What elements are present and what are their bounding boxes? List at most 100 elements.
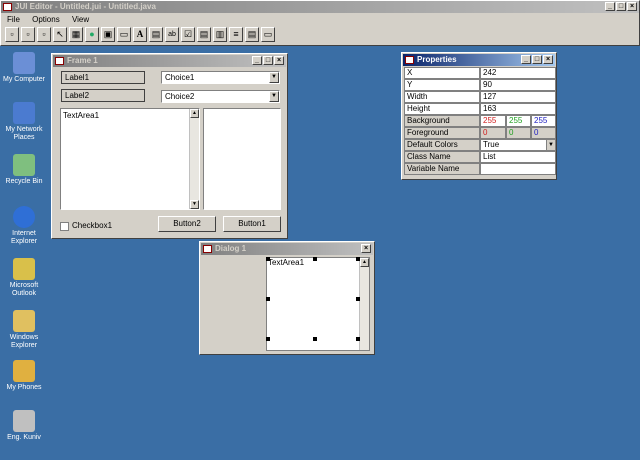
button-icon[interactable]: ▭ (261, 27, 275, 42)
textfield-icon[interactable]: ab (165, 27, 179, 42)
minimize-button[interactable]: _ (605, 2, 615, 11)
foreground-red-input[interactable]: 0 (480, 127, 506, 139)
desktop-icon-label: Recycle Bin (5, 178, 43, 185)
background-blue-input[interactable]: 255 (531, 115, 556, 127)
selection-handle[interactable] (313, 257, 317, 261)
button2[interactable]: Button2 (158, 216, 216, 232)
property-name: Variable Name (404, 163, 480, 175)
background-green-input[interactable]: 255 (506, 115, 531, 127)
property-row-class-name: Class Name List (404, 151, 556, 163)
selection-handle[interactable] (356, 297, 360, 301)
dialog1-titlebar[interactable]: Dialog 1 × (201, 243, 373, 255)
grid-icon[interactable]: ▦ (69, 27, 83, 42)
desktop-icon-eng-kuniv[interactable]: Eng. Kuniv (0, 410, 48, 442)
desktop-icon-my-phones[interactable]: My Phones (0, 360, 48, 392)
menu-file[interactable]: File (7, 15, 20, 24)
property-value-input[interactable]: 242 (480, 67, 556, 79)
foreground-green-input[interactable]: 0 (506, 127, 531, 139)
properties-icon (405, 56, 414, 64)
default-colors-select[interactable]: True ▼ (480, 139, 556, 151)
chevron-down-icon[interactable]: ▼ (269, 72, 279, 83)
checkbox1-box[interactable] (60, 222, 69, 231)
maximize-button[interactable]: □ (616, 2, 626, 11)
maximize-button[interactable]: □ (532, 55, 542, 64)
editor-title: JUI Editor - Untitled.jui - Untitled.jav… (15, 2, 156, 11)
desktop-icon-windows-explorer[interactable]: Windows Explorer (0, 310, 48, 350)
desktop-icon-label: Windows Explorer (9, 334, 39, 349)
maximize-button[interactable]: □ (263, 56, 273, 65)
scroll-down-icon[interactable]: ▼ (190, 200, 199, 209)
properties-window: Properties _ □ × X 242 Y 90 Width 127 He… (401, 52, 557, 180)
choice1-select[interactable]: Choice1 ▼ (161, 71, 280, 84)
windows-explorer-icon (13, 310, 35, 332)
selection-handle[interactable] (356, 337, 360, 341)
textarea-scrollbar[interactable]: ▲ (359, 258, 369, 350)
button1[interactable]: Button1 (223, 216, 281, 232)
dialog1-textarea[interactable]: TextArea1 ▲ (266, 257, 370, 351)
textarea-text: TextArea1 (268, 258, 305, 267)
selection-handle[interactable] (356, 257, 360, 261)
chevron-down-icon[interactable]: ▼ (269, 91, 279, 102)
property-name: Y (404, 79, 480, 91)
desktop-icon-recycle-bin[interactable]: Recycle Bin (0, 154, 48, 186)
menu-view[interactable]: View (72, 15, 89, 24)
frame1-textarea[interactable]: TextArea1 ▲ ▼ (60, 108, 200, 210)
textarea-scrollbar[interactable]: ▲ ▼ (189, 109, 199, 209)
close-button[interactable]: × (274, 56, 284, 65)
variable-name-input[interactable] (480, 163, 556, 175)
save-icon[interactable]: ▫ (37, 27, 51, 42)
choice-icon[interactable]: ▤ (197, 27, 211, 42)
close-button[interactable]: × (627, 2, 637, 11)
menu-bar: File Options View (7, 15, 99, 25)
property-name: Foreground (404, 127, 480, 139)
desktop-icon-outlook[interactable]: Microsoft Outlook (0, 258, 48, 298)
class-name-input[interactable]: List (480, 151, 556, 163)
desktop-icon-label: Internet Explorer (10, 230, 38, 245)
label1[interactable]: Label1 (61, 71, 145, 84)
property-row-height: Height 163 (404, 103, 556, 115)
foreground-blue-input[interactable]: 0 (531, 127, 556, 139)
property-value-input[interactable]: 163 (480, 103, 556, 115)
panel-icon[interactable]: ▣ (101, 27, 115, 42)
close-button[interactable]: × (361, 244, 371, 253)
menu-options[interactable]: Options (32, 15, 60, 24)
properties-titlebar[interactable]: Properties _ □ × (403, 54, 555, 66)
minimize-button[interactable]: _ (252, 56, 262, 65)
phone-icon (13, 360, 35, 382)
default-colors-value: True (483, 140, 500, 149)
open-icon[interactable]: ▫ (21, 27, 35, 42)
label-icon[interactable]: A (133, 27, 147, 42)
pointer-icon[interactable]: ↖ (53, 27, 67, 42)
desktop-icon-internet-explorer[interactable]: Internet Explorer (0, 206, 48, 246)
chevron-down-icon[interactable]: ▼ (546, 140, 555, 150)
property-value-input[interactable]: 90 (480, 79, 556, 91)
selection-handle[interactable] (266, 337, 270, 341)
separator-icon[interactable]: ▭ (117, 27, 131, 42)
editor-titlebar[interactable]: JUI Editor - Untitled.jui - Untitled.jav… (1, 1, 639, 13)
choice2-select[interactable]: Choice2 ▼ (161, 90, 280, 103)
frame1-titlebar[interactable]: Frame 1 _ □ × (53, 55, 286, 67)
minimize-button[interactable]: _ (521, 55, 531, 64)
menu-component-icon[interactable]: ▤ (245, 27, 259, 42)
background-red-input[interactable]: 255 (480, 115, 506, 127)
selection-handle[interactable] (313, 337, 317, 341)
label2[interactable]: Label2 (61, 89, 145, 102)
list-icon[interactable]: ▤ (149, 27, 163, 42)
close-button[interactable]: × (543, 55, 553, 64)
shortcut-icon (13, 410, 35, 432)
desktop-icon-my-computer[interactable]: My Computer (0, 52, 48, 84)
selection-handle[interactable] (266, 257, 270, 261)
checkbox-icon[interactable]: ☑ (181, 27, 195, 42)
textarea-icon[interactable]: ≡ (229, 27, 243, 42)
scroll-up-icon[interactable]: ▲ (360, 258, 369, 267)
property-row-width: Width 127 (404, 91, 556, 103)
selection-handle[interactable] (266, 297, 270, 301)
scroll-up-icon[interactable]: ▲ (190, 109, 199, 118)
scrollbar-icon[interactable]: ▥ (213, 27, 227, 42)
property-name: Width (404, 91, 480, 103)
globe-icon[interactable]: ● (85, 27, 99, 42)
desktop-icon-network-places[interactable]: My Network Places (0, 102, 48, 142)
frame1-list[interactable] (203, 108, 281, 210)
property-value-input[interactable]: 127 (480, 91, 556, 103)
new-icon[interactable]: ▫ (5, 27, 19, 42)
